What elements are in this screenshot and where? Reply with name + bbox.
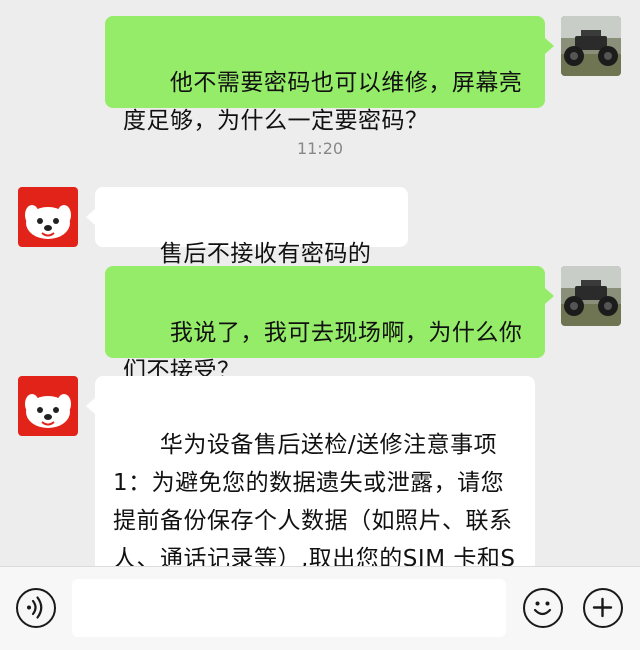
message-bubble[interactable]: 他不需要密码也可以维修，屏幕亮度足够，为什么一定要密码？ (105, 16, 545, 134)
bubble-tail (86, 209, 95, 225)
user-avatar[interactable] (561, 266, 621, 326)
chat-area[interactable]: 他不需要密码也可以维修，屏幕亮度足够，为什么一定要密码？ 11:20 售后不接收… (0, 0, 640, 566)
message-row-incoming: 售后不接收有密码的手机 (0, 187, 640, 305)
message-bubble[interactable]: 我说了，我可去现场啊，为什么你们不接受？ (105, 266, 545, 384)
input-bar (0, 566, 640, 650)
bubble-tail (545, 38, 554, 54)
timestamp: 11:20 (296, 139, 344, 158)
message-bubble[interactable]: 华为设备售后送检/送修注意事项 1：为避免您的数据遗失或泄露，请您提前备份保存个… (95, 376, 535, 566)
bubble-tail (545, 288, 554, 304)
jd-service-avatar[interactable] (18, 376, 78, 436)
message-row-incoming: 华为设备售后送检/送修注意事项 1：为避免您的数据遗失或泄露，请您提前备份保存个… (0, 376, 640, 566)
bubble-tail (86, 398, 95, 414)
plus-icon (592, 597, 613, 618)
user-avatar[interactable] (561, 16, 621, 76)
atv-photo-icon (561, 16, 621, 76)
message-input[interactable] (72, 579, 506, 637)
message-row-outgoing: 我说了，我可去现场啊，为什么你们不接受？ (0, 266, 640, 384)
jd-dog-icon (18, 376, 78, 436)
emoji-button[interactable] (523, 588, 563, 628)
add-button[interactable] (583, 588, 623, 628)
voice-button[interactable] (16, 588, 56, 628)
message-text: 我说了，我可去现场啊，为什么你们不接受？ (123, 320, 523, 384)
message-text: 华为设备售后送检/送修注意事项 1：为避免您的数据遗失或泄露，请您提前备份保存个… (113, 432, 516, 566)
voice-icon (27, 596, 43, 619)
jd-service-avatar[interactable] (18, 187, 78, 247)
message-bubble[interactable]: 售后不接收有密码的手机 (95, 187, 408, 305)
jd-dog-icon (18, 187, 78, 247)
message-row-outgoing: 他不需要密码也可以维修，屏幕亮度足够，为什么一定要密码？ (0, 16, 640, 134)
message-text: 他不需要密码也可以维修，屏幕亮度足够，为什么一定要密码？ (123, 70, 523, 134)
emoji-icon (533, 601, 552, 616)
atv-photo-icon (561, 266, 621, 326)
